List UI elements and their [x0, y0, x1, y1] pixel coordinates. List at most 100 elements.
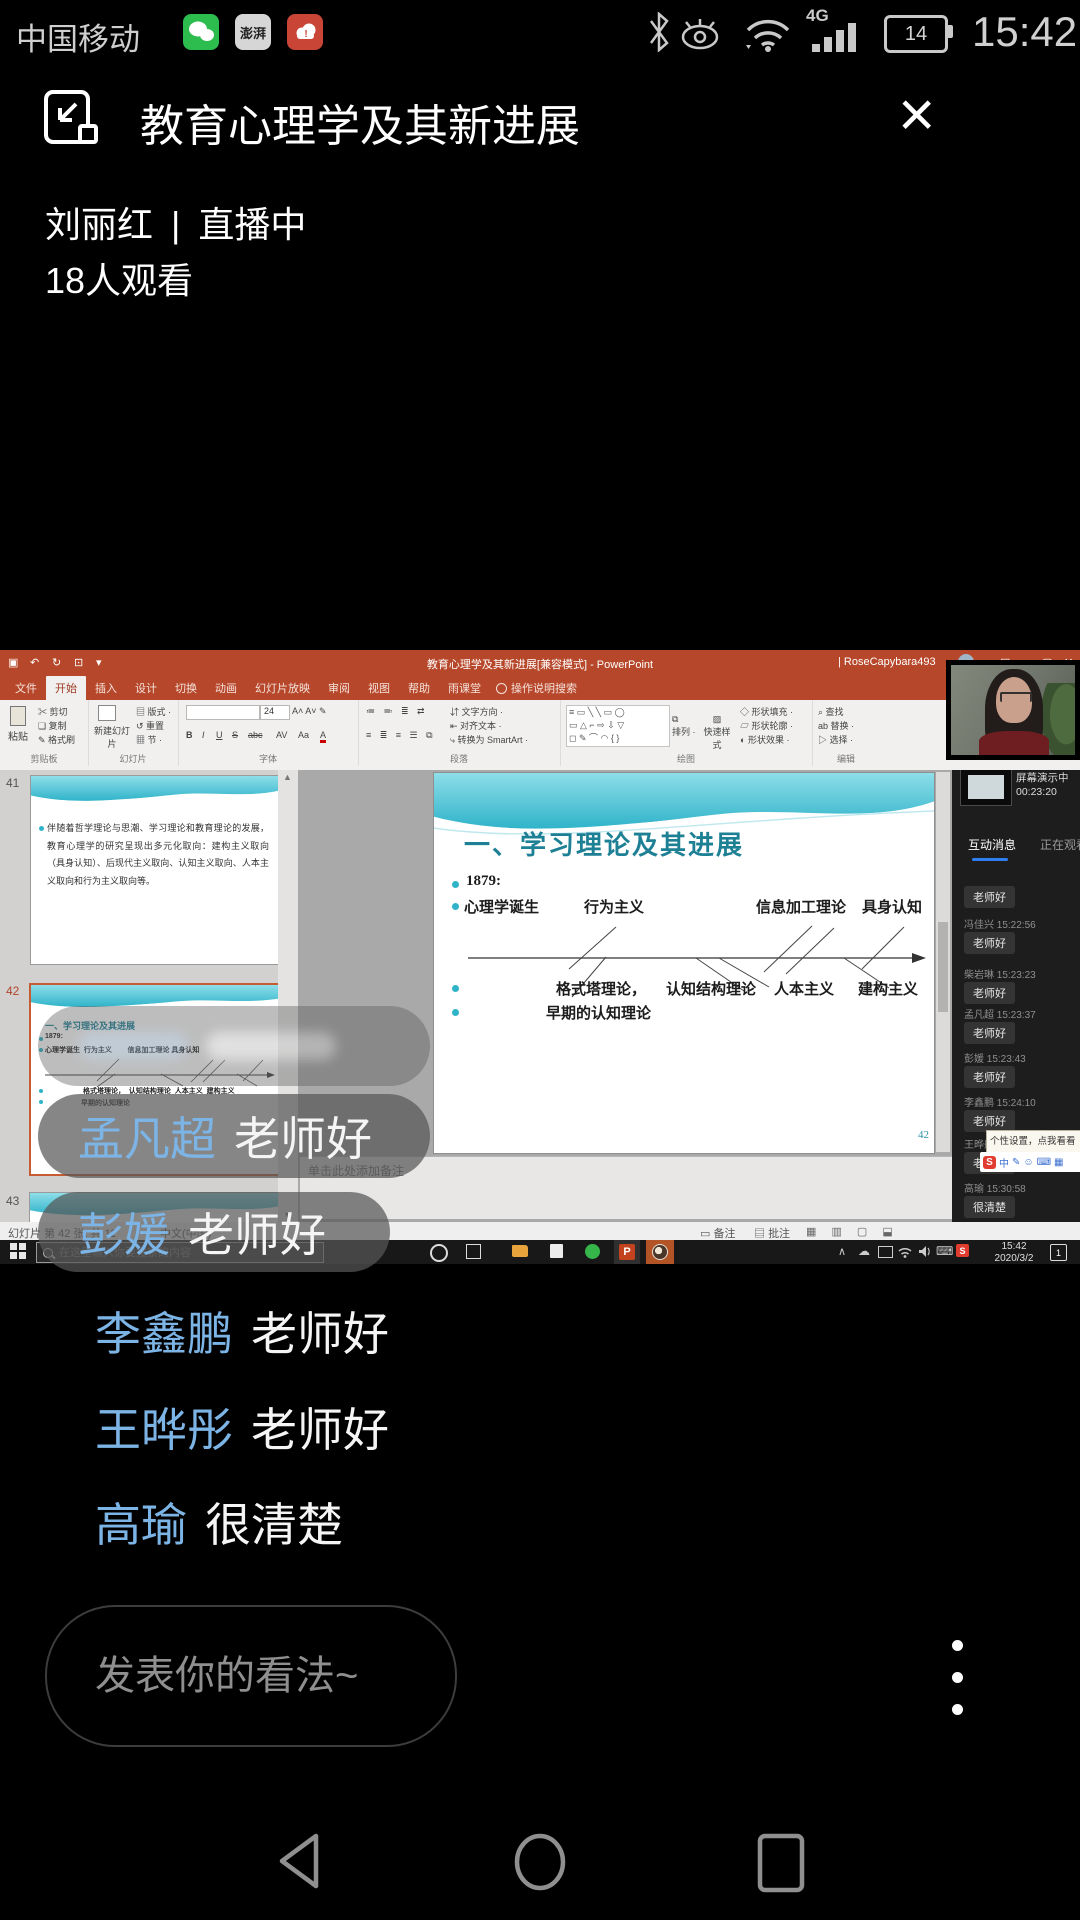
chat-message-text: 老师好 — [251, 1394, 389, 1460]
close-icon[interactable]: × — [898, 82, 935, 146]
bullet-dot — [39, 1100, 43, 1104]
wifi-icon — [742, 12, 794, 57]
reset-button: ↺ 重置 — [136, 719, 164, 732]
text-direction-button: ⇵ 文字方向 · — [450, 705, 503, 718]
ribbon-group-clipboard: 粘贴 ✂ 剪切 ❏ 复制 ✎ 格式刷 剪贴板 — [0, 700, 89, 766]
chat-user-name: 高瑜 — [95, 1489, 187, 1555]
bullet-dot — [452, 1009, 459, 1016]
thumb-41-number: 41 — [6, 776, 19, 790]
font-size-box: 24 — [260, 705, 290, 720]
ime-cn-icon: 中 — [999, 1155, 1009, 1170]
message-meta: 柴岩琳 15:23:23 — [964, 966, 1036, 981]
cloud-alert-icon: ! — [287, 14, 323, 50]
ime-tooltip: 个性设置，点我看看 — [986, 1130, 1080, 1154]
message-bubble: 很清楚 — [964, 1196, 1015, 1218]
thumb-42-number: 42 — [6, 984, 19, 998]
arrange-button: ⧉排列 · — [672, 714, 696, 738]
chat-message-text: 老师好 — [234, 1103, 372, 1169]
page-title: 教育心理学及其新进展 — [140, 90, 580, 154]
tab-rain-classroom: 雨课堂 — [439, 676, 490, 700]
store-icon — [550, 1244, 563, 1258]
font-bold-button: B — [186, 730, 193, 740]
taskbar-date: 2020/3/2 — [995, 1253, 1034, 1264]
tab-animations: 动画 — [206, 676, 246, 700]
screencast-thumbnail — [960, 770, 1012, 806]
bulb-icon — [496, 683, 507, 694]
notes-toggle: ▭ 备注 — [700, 1225, 735, 1241]
change-case-button: Aa — [298, 730, 309, 740]
thumb-41: 伴随着哲学理论与思潮、学习理论和教育理论的发展，教育心理学的研究呈现出多元化取向… — [30, 775, 287, 965]
comments-toggle: ▤ 批注 — [754, 1225, 790, 1241]
group-label-slides: 幻灯片 — [88, 752, 178, 765]
ime-grid-icon: ▦ — [1054, 1157, 1063, 1168]
scroll-up-icon[interactable]: ▲ — [283, 772, 292, 782]
faded-text-smudge — [78, 1032, 188, 1060]
message-bubble: 老师好 — [964, 1110, 1015, 1132]
tray-sogou-icon: S — [956, 1244, 969, 1257]
person-glasses — [1000, 692, 1032, 702]
tab-file: 文件 — [6, 676, 46, 700]
screencast-label: 屏幕演示中 — [1016, 770, 1069, 785]
align-icons: ≡ ≣ ≡ ☰ ⧉ — [366, 730, 436, 741]
group-label-paragraph: 段落 — [358, 752, 560, 765]
message-bubble: 老师好 — [964, 886, 1015, 908]
status-bar: 中国移动 澎湃 ! 4G — [0, 0, 1080, 64]
new-slide-icon — [98, 705, 116, 721]
shape-effects-button: ◐ 形状效果 · — [740, 733, 789, 746]
tab-transitions: 切换 — [166, 676, 206, 700]
message-meta: 孟凡超 15:23:37 — [964, 1006, 1036, 1021]
carrier-label: 中国移动 — [16, 14, 140, 59]
battery-nub — [948, 25, 953, 38]
shape-outline-button: ▱ 形状轮廓 · — [740, 719, 793, 732]
font-italic-button: I — [202, 730, 205, 740]
comment-input[interactable] — [45, 1605, 457, 1747]
tab-design: 设计 — [126, 676, 166, 700]
font-clear-button: abc — [248, 730, 263, 740]
recents-icon[interactable] — [756, 1832, 810, 1899]
back-icon[interactable] — [272, 1830, 328, 1897]
bullet-dot — [39, 826, 44, 831]
slide-page-number: 42 — [918, 1129, 929, 1141]
home-icon[interactable] — [510, 1832, 570, 1897]
comment-input-field[interactable] — [47, 1607, 455, 1745]
tab-slideshow: 幻灯片放映 — [246, 676, 319, 700]
screen-cast-icon[interactable] — [42, 88, 104, 155]
header-bar: 教育心理学及其新进展 × — [0, 84, 1080, 164]
notification-icon: 1 — [1050, 1244, 1067, 1261]
battery-level: 14 — [905, 23, 927, 46]
chat-message-text: 老师好 — [251, 1298, 389, 1364]
message-bubble: 老师好 — [964, 982, 1015, 1004]
chat-user-name: 李鑫鹏 — [95, 1298, 233, 1364]
shapes-gallery: ≡ ▭ ╲ ╲ ▭ ◯▭ △ ⌐ ⇨ ⇩ ▽◻ ✎ ⌒ ◠ { } — [566, 705, 670, 747]
chat-user-name: 彭媛 — [78, 1199, 170, 1265]
cut-button: ✂ 剪切 — [38, 705, 68, 718]
ime-toolbar: S 中 ✎ ☺ ⌨ ▦ — [980, 1152, 1080, 1172]
rain-classroom-taskbar-icon — [646, 1240, 674, 1264]
tab-viewers: 正在观看 — [1040, 836, 1080, 853]
more-menu-icon[interactable] — [952, 1640, 972, 1720]
copy-button: ❏ 复制 — [38, 719, 67, 732]
chat-bubble: 孟凡超 老师好 — [38, 1094, 430, 1178]
chat-row: 高瑜 很清楚 — [95, 1489, 343, 1555]
tab-underline — [972, 858, 1008, 861]
char-spacing-button: AV — [276, 730, 287, 740]
tray-keyboard-icon: ⌨ — [936, 1244, 953, 1258]
chat-row: 王晔彤 老师好 — [95, 1394, 389, 1460]
sogou-icon: S — [983, 1156, 996, 1169]
ppt-ribbon: 粘贴 ✂ 剪切 ❏ 复制 ✎ 格式刷 剪贴板 新建幻灯片 ▤ 版式 · ↺ 重置… — [0, 700, 1080, 771]
task-view-icon — [466, 1244, 481, 1259]
slide-m2: 认知结构理论 — [666, 978, 756, 999]
scrollbar-thumb — [938, 922, 948, 1012]
eye-comfort-icon — [678, 14, 722, 55]
ime-pen-icon: ✎ — [1012, 1157, 1020, 1168]
tab-home: 开始 — [46, 676, 86, 700]
slide-m1: 格式塔理论， — [556, 978, 646, 999]
replace-button: ab 替换 · — [818, 719, 854, 732]
message-meta: 李鑫鹏 15:24:10 — [964, 1094, 1036, 1109]
slide-scrollbar[interactable] — [936, 772, 950, 1152]
message-meta: 高瑜 15:30:58 — [964, 1180, 1026, 1195]
message-bubble: 老师好 — [964, 1022, 1015, 1044]
bullet-dot — [39, 1089, 43, 1093]
ime-emoji-icon: ☺ — [1023, 1157, 1033, 1168]
host-name: 刘丽红 — [45, 204, 153, 245]
